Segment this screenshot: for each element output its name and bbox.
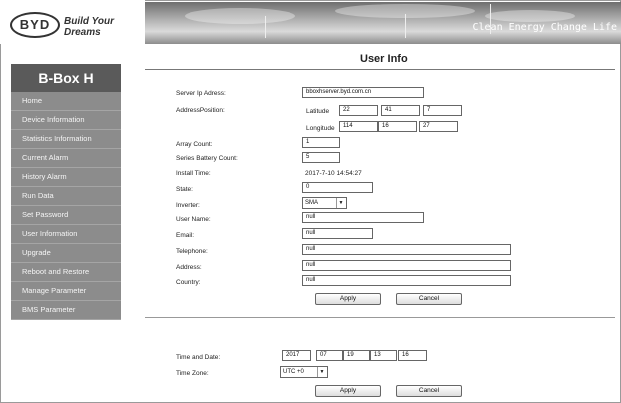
time-zone-selected-value: UTC +0: [283, 369, 304, 375]
chevron-down-icon: ▼: [336, 198, 345, 208]
time-apply-button[interactable]: Apply: [315, 385, 381, 397]
date-month-input[interactable]: 07: [316, 350, 343, 361]
date-year-input[interactable]: 2017: [282, 350, 311, 361]
sidebar-item-user-information[interactable]: User Information: [11, 225, 121, 244]
latitude-seconds-input[interactable]: 7: [423, 105, 462, 116]
address-position-label: AddressPosition:: [176, 107, 225, 114]
time-minute-input[interactable]: 16: [398, 350, 427, 361]
sidebar-item-history-alarm[interactable]: History Alarm: [11, 168, 121, 187]
inverter-select[interactable]: SMA ▼: [302, 197, 347, 209]
latitude-minutes-input[interactable]: 41: [381, 105, 420, 116]
sidebar-item-device-information[interactable]: Device Information: [11, 111, 121, 130]
sidebar-item-current-alarm[interactable]: Current Alarm: [11, 149, 121, 168]
install-time-label: Install Time:: [176, 170, 211, 177]
longitude-label: Longitude: [306, 125, 335, 132]
sidebar-item-upgrade[interactable]: Upgrade: [11, 244, 121, 263]
country-label: Country:: [176, 279, 201, 286]
longitude-seconds-input[interactable]: 27: [419, 121, 458, 132]
server-ip-label: Server Ip Adress:: [176, 90, 226, 97]
sidebar-item-set-password[interactable]: Set Password: [11, 206, 121, 225]
address-label: Address:: [176, 264, 202, 271]
time-hour-input[interactable]: 13: [370, 350, 397, 361]
time-cancel-button[interactable]: Cancel: [396, 385, 462, 397]
sidebar-brand: B-Box H: [11, 64, 121, 92]
chevron-down-icon: ▼: [317, 367, 326, 377]
section-divider: [145, 317, 615, 318]
latitude-degrees-input[interactable]: 22: [339, 105, 378, 116]
date-day-input[interactable]: 19: [343, 350, 370, 361]
banner-slogan: Clean Energy Change Life: [472, 22, 618, 33]
title-divider: [145, 69, 615, 70]
sidebar-item-reboot-and-restore[interactable]: Reboot and Restore: [11, 263, 121, 282]
server-ip-input[interactable]: bboxhserver.byd.com.cn: [302, 87, 424, 98]
sidebar-item-home[interactable]: Home: [11, 92, 121, 111]
latitude-label: Latitude: [306, 108, 330, 115]
sidebar-item-bms-parameter[interactable]: BMS Parameter: [11, 301, 121, 320]
logo-area: BYD Build Your Dreams: [0, 0, 145, 44]
cancel-button[interactable]: Cancel: [396, 293, 462, 305]
email-label: Email:: [176, 232, 195, 239]
series-battery-count-input[interactable]: 5: [302, 152, 340, 163]
apply-button[interactable]: Apply: [315, 293, 381, 305]
country-input[interactable]: null: [302, 275, 511, 286]
longitude-degrees-input[interactable]: 114: [339, 121, 378, 132]
time-and-date-label: Time and Date:: [176, 354, 221, 361]
sidebar-nav: Home Device Information Statistics Infor…: [11, 92, 121, 320]
header-banner: Clean Energy Change Life: [145, 2, 621, 44]
install-time-value: 2017-7-10 14:54:27: [305, 170, 362, 177]
byd-logo: BYD: [10, 12, 60, 38]
user-name-label: User Name:: [176, 216, 211, 223]
state-input[interactable]: 0: [302, 182, 373, 193]
sidebar-item-manage-parameter[interactable]: Manage Parameter: [11, 282, 121, 301]
sidebar-item-run-data[interactable]: Run Data: [11, 187, 121, 206]
address-input[interactable]: null: [302, 260, 511, 271]
email-input[interactable]: null: [302, 228, 373, 239]
longitude-minutes-input[interactable]: 16: [378, 121, 417, 132]
state-label: State:: [176, 186, 193, 193]
telephone-input[interactable]: null: [302, 244, 511, 255]
array-count-input[interactable]: 1: [302, 137, 340, 148]
inverter-label: Inverter:: [176, 202, 200, 209]
time-zone-select[interactable]: UTC +0 ▼: [280, 366, 328, 378]
telephone-label: Telephone:: [176, 248, 208, 255]
user-name-input[interactable]: null: [302, 212, 424, 223]
logo-tagline: Build Your Dreams: [64, 16, 114, 38]
inverter-selected-value: SMA: [305, 200, 319, 206]
sidebar-item-statistics-information[interactable]: Statistics Information: [11, 130, 121, 149]
page-title: User Info: [360, 53, 408, 65]
series-battery-count-label: Series Battery Count:: [176, 155, 238, 162]
array-count-label: Array Count:: [176, 141, 213, 148]
time-zone-label: Time Zone:: [176, 370, 209, 377]
